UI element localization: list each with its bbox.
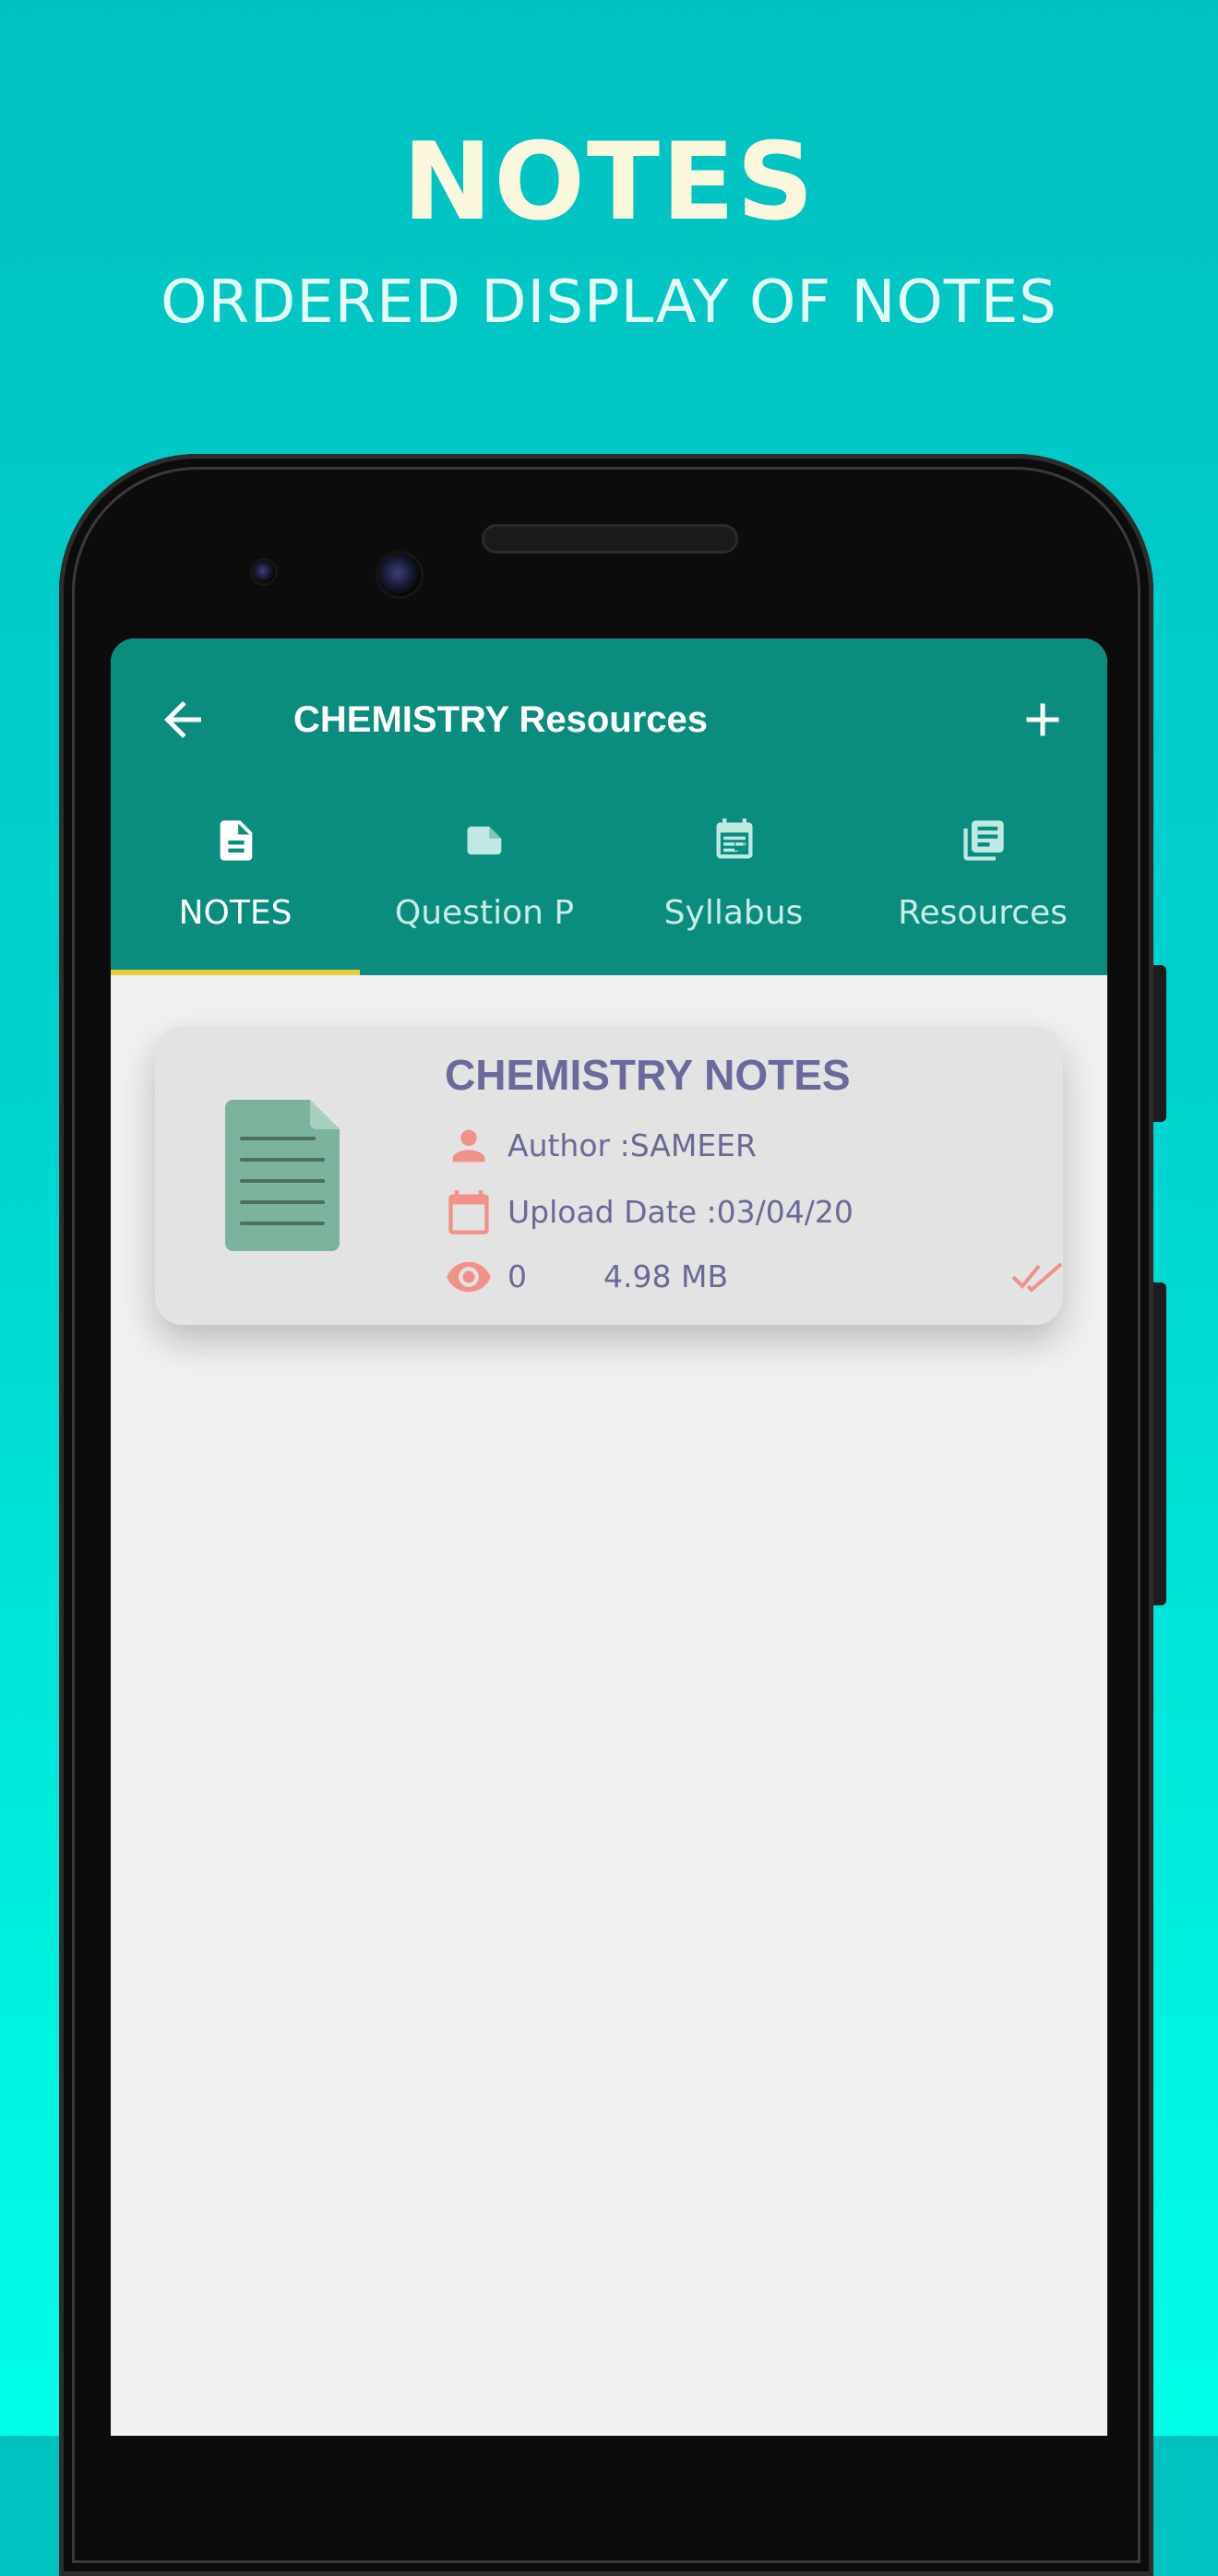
promo-title: NOTES	[402, 120, 816, 244]
tab-notes[interactable]: NOTES	[111, 814, 360, 975]
tab-label: Resources	[898, 894, 1068, 932]
library-books-icon	[963, 820, 1004, 861]
stats-row: 0 4.98 MB	[445, 1253, 1063, 1301]
app-title: CHEMISTRY Resources	[293, 699, 709, 740]
app-bar: CHEMISTRY Resources NOTES Question P Syl…	[111, 638, 1107, 975]
tab-label: NOTES	[178, 894, 293, 932]
label-icon	[467, 826, 502, 855]
phone-volume-button	[1153, 1282, 1166, 1605]
tab-label: Syllabus	[663, 894, 804, 932]
tab-syllabus[interactable]: Syllabus	[609, 814, 858, 975]
views-count: 0	[508, 1258, 527, 1294]
note-author: Author :SAMEER	[508, 1127, 757, 1163]
calendar-list-icon	[716, 818, 753, 859]
back-button[interactable]	[155, 692, 210, 747]
tab-indicator	[111, 970, 360, 975]
promo-subtitle: ORDERED DISPLAY OF NOTES	[161, 268, 1057, 337]
app-screen: CHEMISTRY Resources NOTES Question P Syl…	[111, 638, 1107, 2436]
eye-icon	[447, 1261, 491, 1293]
double-check-icon	[1011, 1262, 1063, 1293]
arrow-back-icon	[164, 701, 201, 738]
file-size: 4.98 MB	[603, 1258, 729, 1294]
add-button[interactable]	[1015, 692, 1070, 747]
tab-label: Question P	[394, 894, 575, 932]
upload-date-row: Upload Date :03/04/20	[445, 1188, 1035, 1236]
phone-front-camera	[378, 554, 421, 596]
tab-question-papers[interactable]: Question P	[360, 814, 609, 975]
note-title: CHEMISTRY NOTES	[445, 1051, 851, 1099]
phone-sensor	[253, 561, 275, 583]
person-icon	[452, 1129, 485, 1163]
phone-power-button	[1153, 965, 1166, 1122]
plus-icon	[1026, 703, 1059, 736]
note-upload-date: Upload Date :03/04/20	[508, 1194, 854, 1230]
author-row: Author :SAMEER	[445, 1122, 1035, 1170]
tab-resources[interactable]: Resources	[858, 814, 1107, 975]
document-icon	[220, 820, 253, 861]
phone-speaker	[482, 524, 738, 554]
note-card[interactable]: CHEMISTRY NOTES Author :SAMEER Upload Da…	[155, 1026, 1063, 1325]
document-file-icon	[225, 1100, 340, 1251]
calendar-icon	[448, 1190, 489, 1234]
